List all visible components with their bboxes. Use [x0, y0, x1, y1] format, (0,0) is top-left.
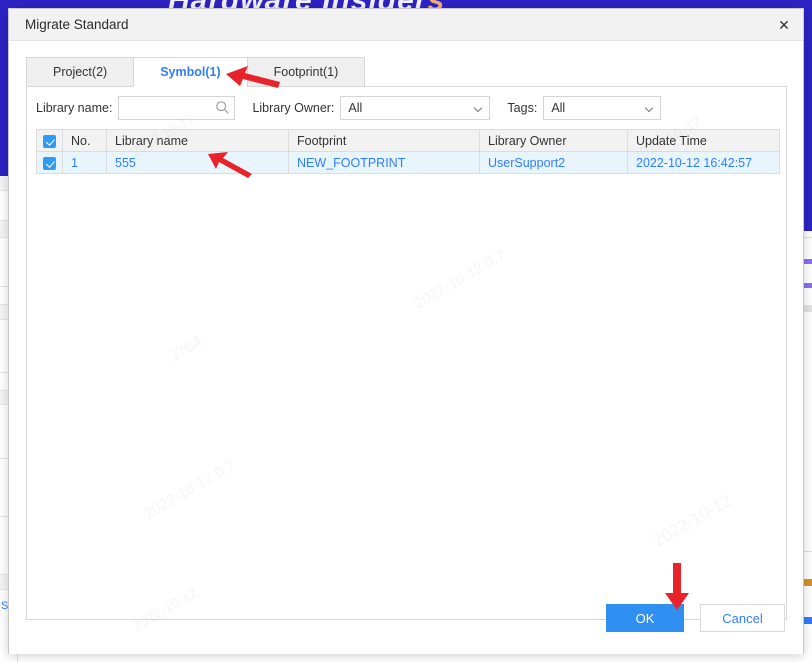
background-right-chip [804, 305, 812, 312]
search-input[interactable] [118, 96, 236, 120]
background-right-panel [804, 231, 812, 662]
dialog-titlebar: Migrate Standard ✕ [9, 9, 803, 41]
library-name-label: Library name: [36, 101, 113, 115]
row-select-cell [36, 151, 63, 174]
tab-symbol[interactable]: Symbol(1) [133, 57, 247, 87]
tags-label: Tags: [507, 101, 538, 115]
select-all-header [36, 129, 63, 152]
library-name-search [118, 96, 236, 120]
background-right-chip [804, 579, 812, 586]
dialog-title: Migrate Standard [25, 17, 129, 32]
dialog-footer: OK Cancel [9, 588, 803, 654]
background-right-chip [804, 283, 812, 288]
ok-button[interactable]: OK [606, 604, 684, 632]
dialog-body: 2022-10-12 J764 2022-10-12 0.7 2022-10-1… [9, 41, 803, 654]
library-owner-label: Library Owner: [252, 101, 335, 115]
screen: Hardware Insiders Sec [0, 0, 812, 662]
column-header-update-time[interactable]: Update Time [627, 129, 780, 152]
background-right-divider [804, 237, 812, 238]
row-checkbox[interactable] [43, 156, 56, 170]
cell-no: 1 [62, 151, 107, 174]
background-right-divider [804, 551, 812, 552]
symbol-panel: Library name: Library Owner: All Tags: A… [26, 86, 787, 620]
column-header-footprint[interactable]: Footprint [288, 129, 480, 152]
column-header-library-owner[interactable]: Library Owner [479, 129, 628, 152]
cell-footprint[interactable]: NEW_FOOTPRINT [288, 151, 480, 174]
table-row[interactable]: 1 555 NEW_FOOTPRINT UserSupport2 2022-10… [36, 151, 780, 174]
cell-update-time: 2022-10-12 16:42:57 [627, 151, 780, 174]
column-header-no[interactable]: No. [62, 129, 107, 152]
library-owner-value[interactable]: All [340, 96, 491, 120]
cell-library-name[interactable]: 555 [106, 151, 289, 174]
background-right-rail [804, 11, 812, 231]
background-right-chip [804, 617, 812, 624]
tab-project[interactable]: Project(2) [26, 57, 134, 87]
table-header-row: No. Library name Footprint Library Owner… [36, 129, 780, 152]
tags-value[interactable]: All [543, 96, 662, 120]
symbol-table: No. Library name Footprint Library Owner… [36, 129, 780, 174]
close-icon[interactable]: ✕ [769, 11, 799, 39]
column-header-library-name[interactable]: Library name [106, 129, 289, 152]
library-owner-select[interactable]: All [340, 96, 491, 120]
select-all-checkbox[interactable] [43, 134, 56, 148]
tags-select[interactable]: All [543, 96, 662, 120]
cancel-button[interactable]: Cancel [700, 604, 785, 632]
background-right-chip [804, 259, 812, 264]
tab-bar: Project(2) Symbol(1) Footprint(1) [26, 57, 366, 87]
filter-bar: Library name: Library Owner: All Tags: A… [36, 96, 678, 120]
migrate-standard-dialog: Migrate Standard ✕ 2022-10-12 J764 2022-… [8, 8, 804, 654]
cell-library-owner[interactable]: UserSupport2 [479, 151, 628, 174]
tab-footprint[interactable]: Footprint(1) [246, 57, 366, 87]
